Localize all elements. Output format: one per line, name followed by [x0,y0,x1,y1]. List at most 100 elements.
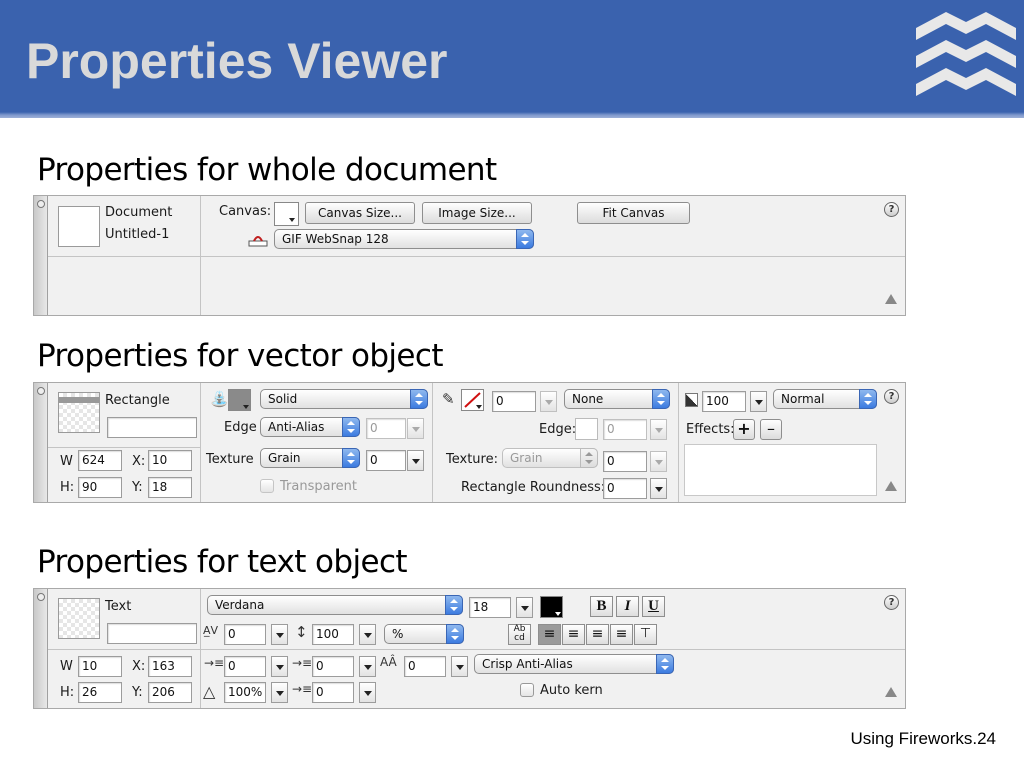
stroke-size-dropdown[interactable] [540,391,557,412]
horizontal-scale-dropdown[interactable] [271,682,288,703]
space-before-dropdown[interactable] [359,656,376,677]
select-stepper-icon [342,448,360,468]
collapse-dot-icon[interactable] [37,593,45,601]
font-size-dropdown[interactable] [516,597,533,618]
fill-texture-amount-dropdown[interactable] [407,450,424,471]
stroke-color-swatch[interactable] [461,389,484,411]
justify-icon[interactable]: ≡ [610,624,633,645]
expand-triangle-icon[interactable] [885,481,897,491]
object-name-input[interactable] [107,417,197,438]
x-input[interactable]: 10 [148,450,192,471]
y-input[interactable]: 206 [148,682,192,703]
panel-grip[interactable] [34,196,48,315]
height-input[interactable]: 90 [78,477,122,498]
antialias-select[interactable]: Crisp Anti-Alias [474,654,674,674]
transparent-label: Transparent [280,479,357,494]
expand-triangle-icon[interactable] [885,687,897,697]
panel-grip[interactable] [34,589,48,708]
underline-button[interactable]: U [642,596,665,617]
opacity-input[interactable]: 100 [702,391,746,412]
fill-color-swatch[interactable] [228,389,251,411]
fill-texture-select[interactable]: Grain [260,448,360,468]
section-label-text: Properties for text object [37,544,408,580]
space-after-dropdown[interactable] [359,682,376,703]
horizontal-scale-input[interactable]: 100% [224,682,266,703]
collapse-dot-icon[interactable] [37,387,45,395]
space-before-input[interactable]: 0 [312,656,354,677]
stroke-edge-dropdown[interactable] [650,419,667,440]
leading-dropdown[interactable] [359,624,376,645]
remove-effect-minus-icon[interactable]: – [760,419,782,440]
align-center-icon[interactable]: ≡ [562,624,585,645]
fill-texture-amount-input[interactable]: 0 [366,450,406,471]
roundness-dropdown[interactable] [650,478,667,499]
canvas-size-button[interactable]: Canvas Size... [305,202,415,224]
fill-edge-amount-input[interactable]: 0 [366,418,406,439]
fill-edge-label: Edge [224,420,257,435]
leading-input[interactable]: 100 [312,624,354,645]
wave-logo-icon [916,6,1016,106]
stroke-type-select[interactable]: None [564,389,670,409]
stroke-edge-input[interactable]: 0 [603,419,647,440]
baseline-shift-icon: AÂ [380,655,397,669]
help-icon[interactable]: ? [884,389,899,404]
height-label: H: [60,480,75,495]
width-label: W [60,659,73,674]
height-label: H: [60,685,75,700]
stretch-icon[interactable]: ⊤ [634,624,657,645]
fill-edge-select[interactable]: Anti-Alias [260,417,360,437]
canvas-color-swatch[interactable] [274,202,299,226]
fill-edge-amount-dropdown[interactable] [407,418,424,439]
collapse-dot-icon[interactable] [37,200,45,208]
italic-button[interactable]: I [616,596,639,617]
kerning-dropdown[interactable] [271,624,288,645]
stroke-edge-swatch[interactable] [575,418,598,440]
y-input[interactable]: 18 [148,477,192,498]
stroke-texture-amount-input[interactable]: 0 [603,451,647,472]
opacity-dropdown[interactable] [750,391,767,412]
kerning-input[interactable]: 0 [224,624,266,645]
text-properties-panel: Text W 10 X: 163 H: 26 Y: 206 Verdana 18… [33,588,906,709]
space-after-input[interactable]: 0 [312,682,354,703]
text-orientation-icon[interactable]: Ab cd [508,624,531,645]
export-format-select[interactable]: GIF WebSnap 128 [274,229,534,249]
slide-header: Properties Viewer [0,0,1024,118]
auto-kern-checkbox[interactable] [520,683,534,697]
help-icon[interactable]: ? [884,595,899,610]
fit-canvas-button[interactable]: Fit Canvas [577,202,690,224]
effects-list[interactable] [684,444,877,496]
image-size-button[interactable]: Image Size... [422,202,532,224]
baseline-shift-input[interactable]: 0 [404,656,446,677]
transparent-checkbox[interactable] [260,479,274,493]
align-left-icon[interactable]: ≡ [538,624,561,645]
expand-triangle-icon[interactable] [885,294,897,304]
add-effect-plus-icon[interactable]: + [733,419,755,440]
height-input[interactable]: 26 [78,682,122,703]
align-right-icon[interactable]: ≡ [586,624,609,645]
stroke-texture-select[interactable]: Grain [502,448,598,468]
panel-grip[interactable] [34,383,48,502]
leading-unit-select[interactable]: % [384,624,464,644]
select-stepper-icon [859,389,877,409]
blend-mode-select[interactable]: Normal [773,389,877,409]
width-label: W [60,454,73,469]
baseline-shift-dropdown[interactable] [451,656,468,677]
indent-input[interactable]: 0 [224,656,266,677]
width-input[interactable]: 624 [78,450,122,471]
stroke-size-input[interactable]: 0 [492,391,536,412]
text-color-swatch[interactable] [540,596,563,618]
font-family-select[interactable]: Verdana [207,595,463,615]
indent-dropdown[interactable] [271,656,288,677]
font-size-input[interactable]: 18 [469,597,511,618]
bold-button[interactable]: B [590,596,613,617]
stroke-texture-amount-dropdown[interactable] [650,451,667,472]
slide-title: Properties Viewer [26,33,448,89]
x-input[interactable]: 163 [148,656,192,677]
fill-texture-label: Texture [206,452,254,467]
roundness-input[interactable]: 0 [603,478,647,499]
text-name-input[interactable] [107,623,197,644]
width-input[interactable]: 10 [78,656,122,677]
help-icon[interactable]: ? [884,202,899,217]
select-stepper-icon [516,229,534,249]
fill-type-select[interactable]: Solid [260,389,428,409]
